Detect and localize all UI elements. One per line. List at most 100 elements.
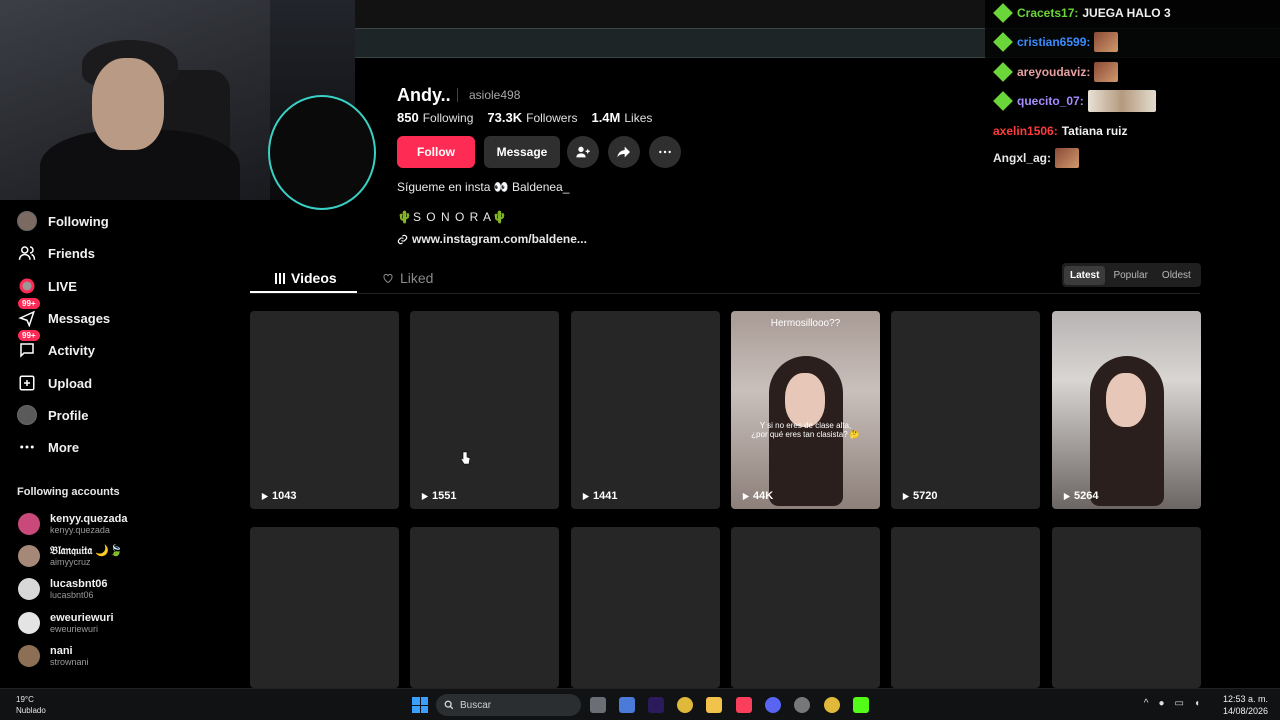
- avatar: [16, 210, 38, 232]
- chat-message: Angxl_ag:: [993, 148, 1080, 168]
- premiere-icon[interactable]: [648, 697, 664, 713]
- volume-icon[interactable]: ◖: [1194, 698, 1200, 709]
- sidebar-item-profile[interactable]: Profile: [16, 403, 88, 427]
- video-card[interactable]: [731, 527, 880, 688]
- emote-image: [1055, 148, 1080, 168]
- microphone-icon[interactable]: ●: [1158, 698, 1164, 709]
- sidebar-item-upload[interactable]: Upload: [16, 371, 92, 395]
- music-icon[interactable]: [736, 697, 752, 713]
- chat-message: areyoudaviz:: [993, 62, 1119, 82]
- chat-message: Cracets17: JUEGA HALO 3: [993, 3, 1171, 23]
- emote-image: [1087, 90, 1156, 112]
- followers-stat[interactable]: 73.3K Followers: [487, 110, 577, 125]
- sidebar-item-label: More: [48, 439, 80, 455]
- start-button-icon[interactable]: [412, 697, 428, 713]
- more-options-button[interactable]: [649, 136, 681, 168]
- video-card[interactable]: [891, 527, 1040, 688]
- search-icon: [444, 700, 454, 710]
- profile-link[interactable]: www.instagram.com/baldene...: [397, 232, 587, 246]
- video-card[interactable]: 1441: [571, 311, 720, 509]
- gem-badge-icon: [993, 62, 1013, 82]
- profile-bio-location: 🌵S O N O R A🌵: [397, 210, 508, 224]
- upload-icon: [16, 372, 38, 394]
- sidebar-item-following[interactable]: Following: [16, 209, 109, 233]
- add-friend-button[interactable]: [567, 136, 599, 168]
- sidebar-item-live[interactable]: LIVE: [16, 274, 77, 298]
- copilot-icon[interactable]: [619, 697, 635, 713]
- network-icon[interactable]: ▭: [1175, 698, 1184, 709]
- task-view-icon[interactable]: [590, 697, 606, 713]
- sidebar-item-friends[interactable]: Friends: [16, 241, 95, 265]
- friends-icon: [16, 242, 38, 264]
- taskbar-search[interactable]: Buscar: [436, 694, 581, 716]
- following-accounts-title: Following accounts: [17, 486, 120, 498]
- taskbar-clock[interactable]: 12:53 a. m. 14/08/2026: [1223, 693, 1268, 717]
- video-card[interactable]: [571, 527, 720, 688]
- sidebar-item-activity[interactable]: 99+ Activity: [16, 330, 95, 362]
- weather-widget[interactable]: 19°C Nublado: [16, 694, 46, 716]
- following-account[interactable]: nani strownani: [18, 642, 89, 670]
- video-overlay-caption: Y si no eres de clase alta, ¿por qué ere…: [751, 421, 860, 439]
- video-card[interactable]: 5720: [891, 311, 1040, 509]
- video-card[interactable]: 1551: [410, 311, 559, 509]
- profile-bio: Sígueme en insta 👀 Baldenea_: [397, 180, 570, 194]
- following-account[interactable]: eweuriewuri eweuriewuri: [18, 609, 114, 637]
- gem-badge-icon: [993, 91, 1013, 111]
- divider: [250, 293, 1200, 294]
- sidebar-item-label: Messages: [48, 310, 111, 326]
- play-icon: [421, 492, 429, 500]
- avatar: [18, 612, 40, 634]
- following-account[interactable]: kenyy.quezada kenyy.quezada: [18, 510, 127, 538]
- profile-avatar: [268, 95, 376, 210]
- kick-icon[interactable]: [853, 697, 869, 713]
- sidebar-item-label: Following: [48, 213, 109, 229]
- following-account[interactable]: lucasbnt06 lucasbnt06: [18, 575, 107, 603]
- discord-icon[interactable]: [765, 697, 781, 713]
- video-card[interactable]: 1043: [250, 311, 399, 509]
- chevron-up-icon[interactable]: ^: [1144, 698, 1149, 709]
- sort-latest[interactable]: Latest: [1064, 265, 1106, 285]
- sidebar-item-messages[interactable]: 99+ Messages: [16, 298, 111, 330]
- profile-stats: 850 Following 73.3K Followers 1.4M Likes: [397, 110, 652, 125]
- video-card[interactable]: [1052, 527, 1201, 688]
- settings-icon[interactable]: [794, 697, 810, 713]
- play-icon: [902, 492, 910, 500]
- tab-active-indicator: [250, 291, 357, 293]
- more-icon: [659, 150, 671, 154]
- video-card[interactable]: 5264: [1052, 311, 1201, 509]
- video-card[interactable]: [410, 527, 559, 688]
- stream-chat-overlay: Cracets17: JUEGA HALO 3 cristian6599: ar…: [985, 0, 1280, 172]
- play-icon: [582, 492, 590, 500]
- tab-liked[interactable]: Liked: [382, 270, 433, 286]
- following-account[interactable]: 𝔅𝔩𝔞𝔫𝔮𝔲𝔦𝔱𝔞 🌙🍃 aimyycruz: [18, 542, 123, 570]
- messages-icon: 99+: [16, 298, 40, 329]
- video-card[interactable]: Hermosillooo?? Y si no eres de clase alt…: [731, 311, 880, 509]
- chrome-icon[interactable]: [677, 697, 693, 713]
- live-icon: [16, 275, 38, 297]
- play-icon: [261, 492, 269, 500]
- tab-videos[interactable]: Videos: [275, 270, 337, 286]
- video-card[interactable]: [250, 527, 399, 688]
- chat-message: quecito_07:: [993, 90, 1156, 112]
- sort-toggle: Latest Popular Oldest: [1062, 263, 1201, 287]
- share-button[interactable]: [608, 136, 640, 168]
- sort-popular[interactable]: Popular: [1107, 266, 1153, 285]
- profile-handle: asiole498: [469, 88, 521, 102]
- more-icon: [16, 436, 38, 458]
- system-tray: ^ ● ▭ ◖: [1144, 698, 1200, 709]
- following-stat[interactable]: 850 Following: [397, 110, 473, 125]
- file-explorer-icon[interactable]: [706, 697, 722, 713]
- follow-button[interactable]: Follow: [397, 136, 475, 168]
- play-icon: [1063, 492, 1071, 500]
- chrome-icon[interactable]: [824, 697, 840, 713]
- emote-image: [1094, 62, 1119, 82]
- sidebar-item-more[interactable]: More: [16, 435, 79, 459]
- add-user-icon: [576, 146, 590, 158]
- divider: [457, 88, 458, 102]
- sort-oldest[interactable]: Oldest: [1156, 266, 1197, 285]
- windows-taskbar: 19°C Nublado Buscar ^ ● ▭ ◖ 12:53 a. m. …: [0, 688, 1280, 720]
- share-icon: [617, 146, 630, 158]
- message-button[interactable]: Message: [484, 136, 560, 168]
- avatar: [18, 545, 40, 567]
- sidebar-item-label: Upload: [48, 375, 93, 391]
